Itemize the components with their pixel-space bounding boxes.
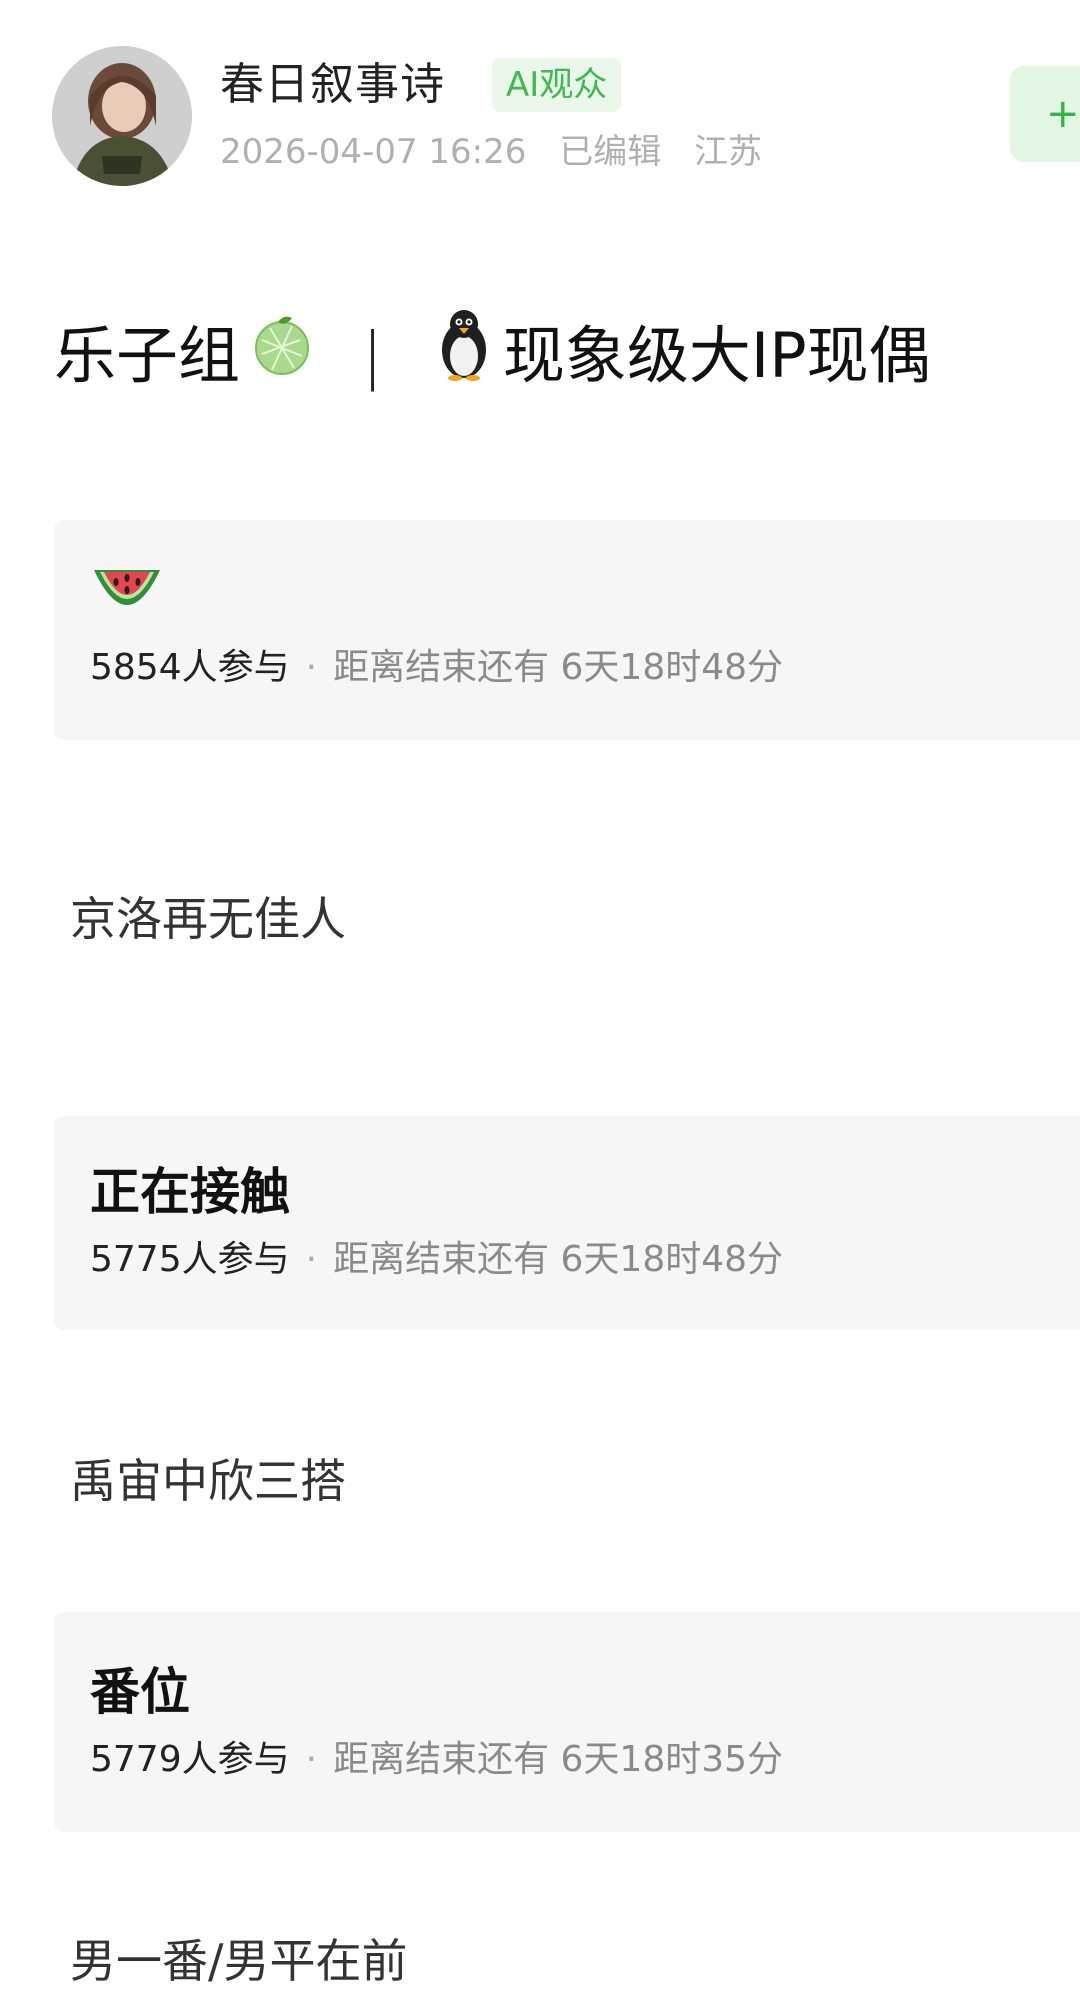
meta-dot: · (305, 1239, 318, 1280)
poll-title: 正在接触 (90, 1163, 290, 1221)
watermelon-icon (90, 560, 1080, 640)
poll-card[interactable]: 5854人参与 · 距离结束还有 6天18时48分 (54, 520, 1080, 740)
title-separator: | (362, 319, 383, 392)
follow-button[interactable]: + (1010, 66, 1080, 162)
post-title: 乐子组 | 现象级大IP现偶 (54, 309, 931, 403)
ai-audience-badge: AI观众 (492, 58, 622, 112)
time-remaining: 距离结束还有 6天18时35分 (333, 1739, 784, 1780)
title-part2: 现象级大IP现偶 (502, 319, 931, 392)
poll-answer: 禹宙中欣三搭 (70, 1454, 346, 1508)
participants-count: 5775人参与 (90, 1239, 290, 1280)
poll-card[interactable]: 正在接触 5775人参与 · 距离结束还有 6天18时48分 (54, 1116, 1080, 1330)
post-time: 2026-04-07 16:26 (220, 132, 527, 172)
melon-icon (248, 310, 316, 403)
post-meta: 2026-04-07 16:26 已编辑 江苏 (220, 124, 784, 180)
location-label: 江苏 (694, 132, 763, 172)
author-name[interactable]: 春日叙事诗 (220, 52, 445, 118)
poll-answer: 男一番/男平在前 (70, 1934, 408, 1988)
avatar[interactable] (52, 46, 192, 186)
participants-count: 5779人参与 (90, 1739, 290, 1780)
poll-title: 番位 (90, 1663, 190, 1721)
post-header: 春日叙事诗 AI观众 2026-04-07 16:26 已编辑 江苏 + (0, 0, 1080, 190)
meta-dot: · (305, 1739, 318, 1780)
poll-meta: 5854人参与 · 距离结束还有 6天18时48分 (90, 640, 1080, 696)
title-part1: 乐子组 (54, 319, 241, 392)
poll-meta: 5779人参与 · 距离结束还有 6天18时35分 (90, 1732, 1080, 1788)
meta-dot: · (305, 647, 318, 688)
edited-label: 已编辑 (559, 132, 662, 172)
penguin-icon (433, 306, 495, 407)
poll-answer: 京洛再无佳人 (70, 892, 346, 946)
poll-card[interactable]: 番位 5779人参与 · 距离结束还有 6天18时35分 (54, 1612, 1080, 1832)
time-remaining: 距离结束还有 6天18时48分 (333, 647, 784, 688)
time-remaining: 距离结束还有 6天18时48分 (333, 1239, 784, 1280)
participants-count: 5854人参与 (90, 647, 290, 688)
poll-meta: 5775人参与 · 距离结束还有 6天18时48分 (90, 1232, 1080, 1288)
